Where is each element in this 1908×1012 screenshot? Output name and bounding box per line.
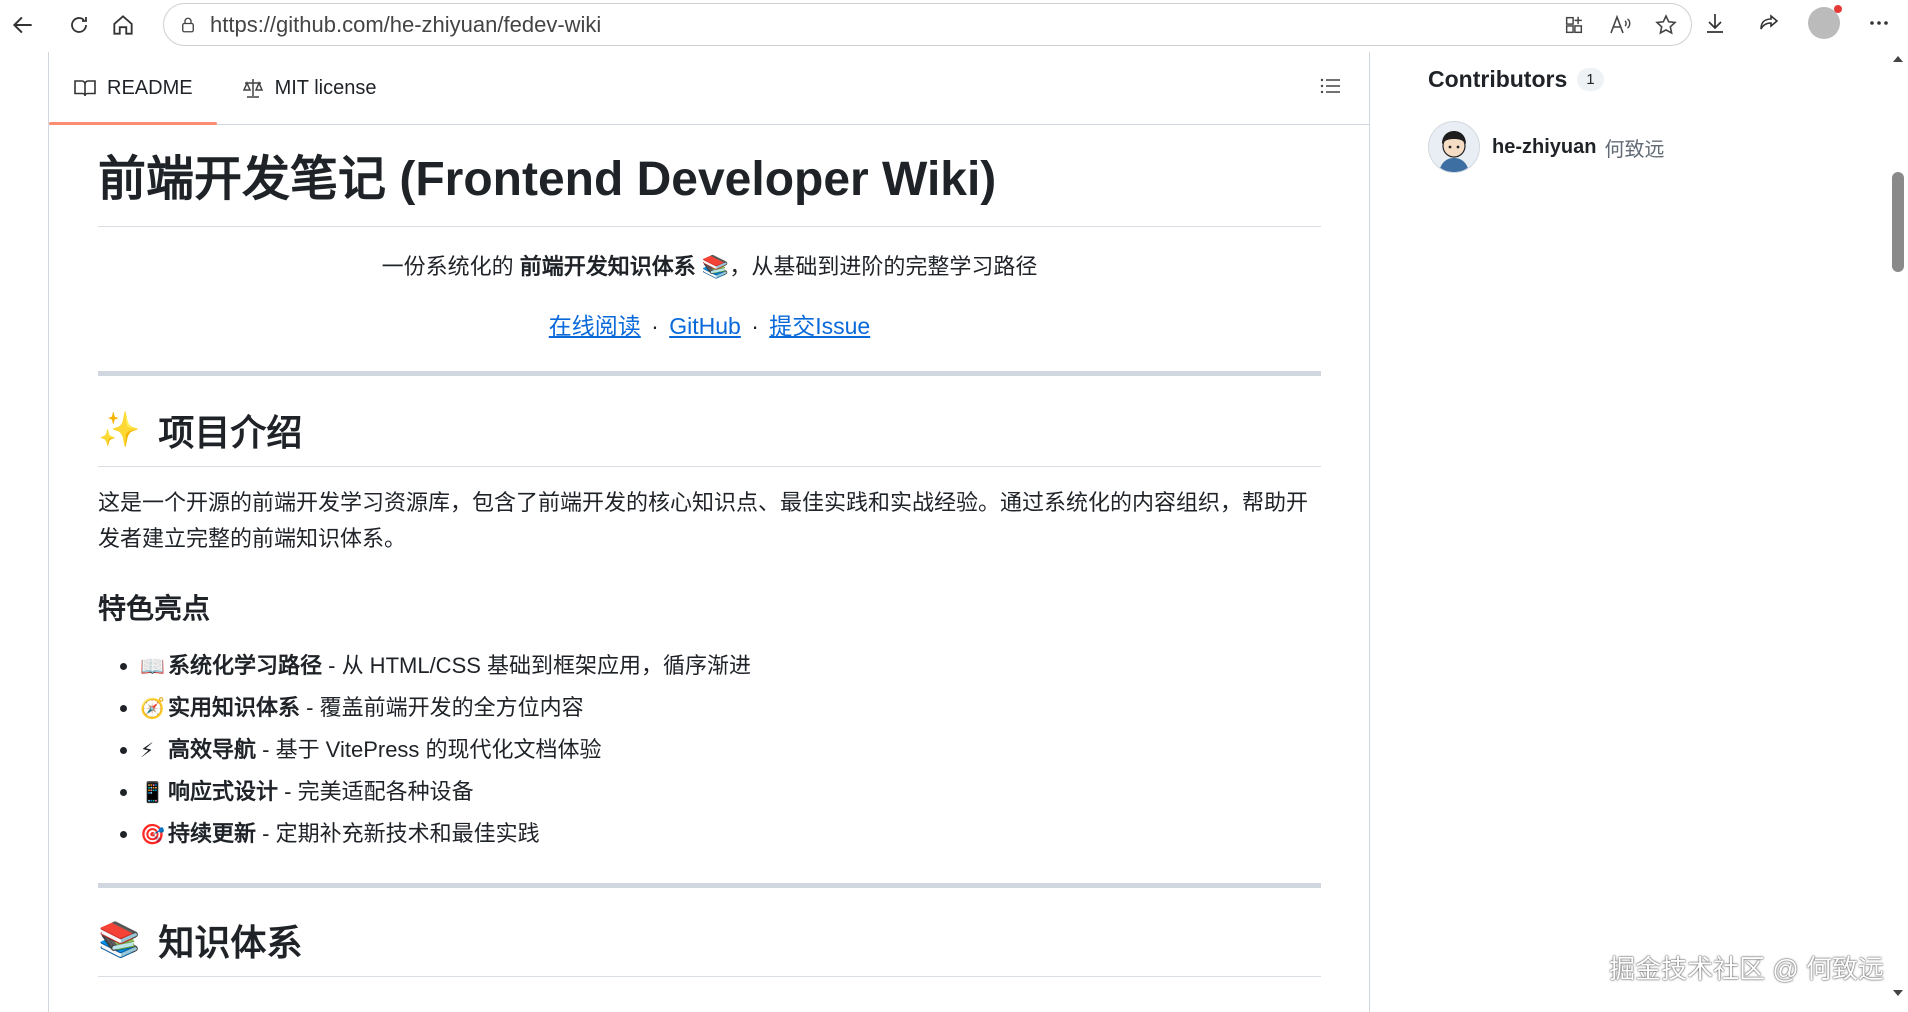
tagline: 一份系统化的 前端开发知识体系 📚，从基础到进阶的完整学习路径 [98,249,1321,281]
apps-icon[interactable] [1561,12,1587,38]
knowledge-heading: 📚 知识体系 [98,914,1321,977]
avatar[interactable] [1428,121,1480,173]
contributors-count: 1 [1577,68,1604,91]
watermark: 掘金技术社区 @ 何致远 [1609,954,1884,984]
divider [98,371,1321,376]
lightning-icon: ⚡ [140,740,155,762]
scroll-up-icon[interactable] [1888,52,1908,66]
refresh-icon[interactable] [62,8,96,42]
list-item: 📱响应式设计 - 完美适配各种设备 [140,771,1321,813]
contributor-item[interactable]: he-zhiyuan 何致远 [1428,121,1828,173]
scrollbar-thumb[interactable] [1892,172,1904,272]
readme-panel: README MIT license 前端开发笔记 (Frontend Deve… [48,52,1370,1012]
intro-heading: ✨ 项目介绍 [98,404,1321,467]
readme-title: 前端开发笔记 (Frontend Developer Wiki) [98,144,1321,227]
books-icon: 📚 [98,921,141,959]
link-submit-issue[interactable]: 提交Issue [769,313,870,339]
url-text: https://github.com/he-zhiyuan/fedev-wiki [210,11,602,37]
quick-links: 在线阅读 · GitHub · 提交Issue [98,307,1321,341]
more-icon[interactable] [1866,10,1892,36]
share-icon[interactable] [1756,10,1782,36]
features-heading: 特色亮点 [98,593,211,624]
tagline-suffix: ，从基础到进阶的完整学习路径 [729,254,1038,279]
books-emoji-icon: 📚 [701,254,730,279]
contributor-fullname: 何致远 [1604,138,1665,161]
book-icon [73,76,97,100]
list-item: ⚡高效导航 - 基于 VitePress 的现代化文档体验 [140,729,1321,771]
profile-avatar[interactable] [1808,5,1842,39]
compass-icon: 🧭 [140,698,165,720]
tab-readme-label: README [107,76,193,99]
list-item: 🎯持续更新 - 定期补充新技术和最佳实践 [140,813,1321,855]
tagline-bold: 前端开发知识体系 [519,254,696,279]
favorite-star-icon[interactable] [1653,12,1679,38]
contributors-title: Contributors [1428,66,1568,92]
sparkles-icon: ✨ [98,411,141,449]
home-icon[interactable] [106,8,140,42]
contributors-header[interactable]: Contributors 1 [1428,66,1828,93]
open-book-icon: 📖 [140,656,165,678]
divider [98,883,1321,888]
link-separator: · [751,313,759,339]
repo-sidebar: Contributors 1 he-zhiyuan 何致远 [1428,66,1828,173]
tab-readme[interactable]: README [49,52,217,125]
contributor-username[interactable]: he-zhiyuan [1492,136,1596,159]
mobile-phone-icon: 📱 [140,782,165,804]
tab-license-label: MIT license [274,76,377,99]
address-bar[interactable]: https://github.com/he-zhiyuan/fedev-wiki [163,3,1692,46]
list-item: 📖系统化学习路径 - 从 HTML/CSS 基础到框架应用，循序渐进 [140,645,1321,687]
intro-heading-text: 项目介绍 [158,412,303,453]
tab-license[interactable]: MIT license [217,52,401,124]
features-list: 📖系统化学习路径 - 从 HTML/CSS 基础到框架应用，循序渐进 🧭实用知识… [98,645,1321,855]
list-item: 🧭实用知识体系 - 覆盖前端开发的全方位内容 [140,687,1321,729]
target-icon: 🎯 [140,824,165,846]
intro-paragraph: 这是一个开源的前端开发学习资源库，包含了前端开发的核心知识点、最佳实践和实战经验… [98,490,1309,551]
read-aloud-icon[interactable] [1607,12,1633,38]
law-scale-icon [241,76,265,100]
lock-icon[interactable] [178,15,198,35]
readme-content: 前端开发笔记 (Frontend Developer Wiki) 一份系统化的 … [98,144,1321,977]
back-icon[interactable] [6,8,40,42]
download-icon[interactable] [1702,10,1728,36]
link-separator: · [651,313,659,339]
page-scrollbar[interactable] [1888,50,1908,1006]
browser-right-tools [1688,0,1908,46]
readme-tabs: README MIT license [49,52,1369,125]
scroll-down-icon[interactable] [1888,986,1908,1000]
outline-list-icon[interactable] [1319,74,1343,103]
tagline-prefix: 一份系统化的 [381,254,514,279]
knowledge-heading-text: 知识体系 [158,922,303,963]
link-online-read[interactable]: 在线阅读 [549,313,641,339]
link-github[interactable]: GitHub [669,313,741,339]
